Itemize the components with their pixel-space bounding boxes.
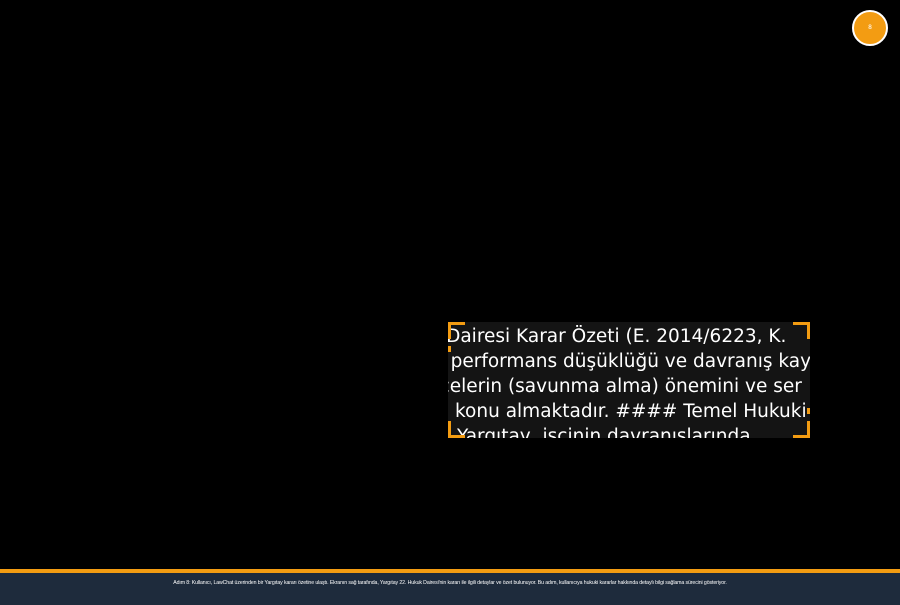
corner-bracket-bottom-right (793, 421, 810, 438)
zoom-line: ararar, performans düşüklüğü ve davranış… (448, 351, 810, 372)
zoom-line: ispatını konu almaktadır. #### Temel Huk… (448, 401, 807, 422)
zoom-callout: Hukuk Dairesi Karar Özeti (E. 2014/6223,… (448, 322, 810, 438)
zoom-viewport: Hukuk Dairesi Karar Özeti (E. 2014/6223,… (448, 322, 810, 438)
frame-edge-marker-left (448, 346, 451, 352)
corner-bracket-bottom-left (448, 421, 465, 438)
step-caption: Adım 8: Kullanıcı, LawChat üzerinden bir… (173, 580, 727, 586)
corner-bracket-top-right (793, 322, 810, 339)
zoom-line: güvencelerin (savunma alma) önemini ve s… (448, 376, 802, 397)
corner-bracket-top-left (448, 322, 465, 339)
zoom-line: ı Hakkı: Yargıtay, işçinin davranışların… (448, 426, 751, 438)
tutorial-stage: 8 Hukuk Dairesi Karar Özeti (E. 2014/622… (0, 0, 900, 605)
caption-bar: Adım 8: Kullanıcı, LawChat üzerinden bir… (0, 569, 900, 605)
step-badge[interactable]: 8 (852, 10, 888, 46)
zoom-line: Hukuk Dairesi Karar Özeti (E. 2014/6223,… (448, 326, 787, 347)
frame-edge-marker-right (807, 408, 810, 414)
zoomed-summary-text: Hukuk Dairesi Karar Özeti (E. 2014/6223,… (448, 324, 810, 438)
